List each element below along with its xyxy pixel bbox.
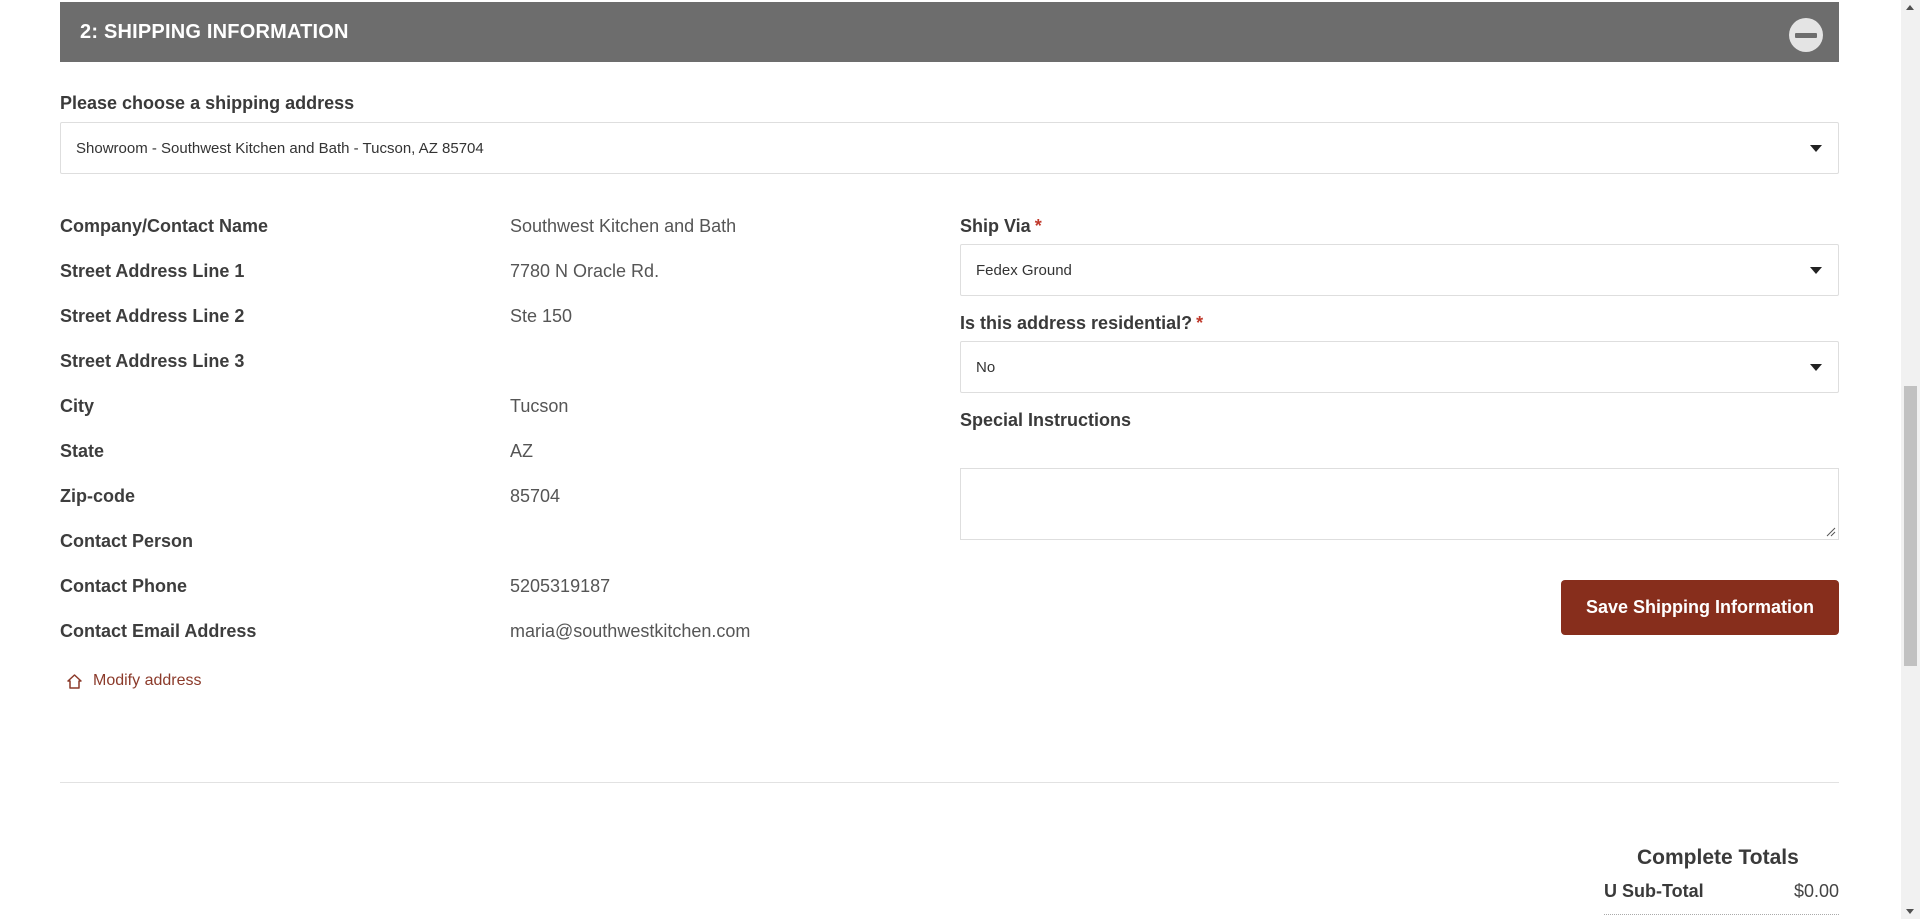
special-instructions-label: Special Instructions <box>960 410 1132 430</box>
totals-next-row <box>1604 914 1839 919</box>
scroll-down-icon[interactable] <box>1906 909 1914 914</box>
detail-row-street1: Street Address Line 1 7780 N Oracle Rd. <box>60 261 940 291</box>
detail-label: Contact Phone <box>60 576 188 596</box>
detail-value: Ste 150 <box>510 306 573 326</box>
chevron-down-icon <box>1810 145 1822 152</box>
detail-label: Zip-code <box>60 486 135 506</box>
totals-title: Complete Totals <box>1637 846 1799 869</box>
detail-value: 5205319187 <box>510 576 611 596</box>
detail-row-street2: Street Address Line 2 Ste 150 <box>60 306 940 336</box>
section-header[interactable]: 2: SHIPPING INFORMATION <box>60 2 1839 62</box>
page-scrollbar[interactable] <box>1901 0 1920 919</box>
page: 2: SHIPPING INFORMATION Please choose a … <box>0 0 1901 919</box>
scroll-thumb[interactable] <box>1904 386 1917 666</box>
detail-row-zip: Zip-code 85704 <box>60 486 940 516</box>
detail-value: AZ <box>510 441 534 461</box>
detail-label: Company/Contact Name <box>60 216 269 236</box>
residential-selected: No <box>976 358 996 376</box>
detail-label: City <box>60 396 95 416</box>
modify-address-link[interactable]: Modify address <box>66 672 202 690</box>
detail-row-city: City Tucson <box>60 396 940 426</box>
detail-row-company: Company/Contact Name Southwest Kitchen a… <box>60 216 940 246</box>
required-mark: * <box>1034 216 1042 236</box>
detail-value: 7780 N Oracle Rd. <box>510 261 660 281</box>
residential-label: Is this address residential? * <box>960 313 1203 334</box>
detail-row-contact-email: Contact Email Address maria@southwestkit… <box>60 621 940 651</box>
detail-row-contact-phone: Contact Phone 5205319187 <box>60 576 940 606</box>
required-mark: * <box>1196 313 1204 333</box>
subtotal-label: U Sub-Total <box>1604 881 1704 901</box>
collapse-button[interactable] <box>1789 18 1823 52</box>
detail-row-contact-person: Contact Person <box>60 531 940 561</box>
detail-label: Contact Email Address <box>60 621 257 641</box>
modify-address-label: Modify address <box>93 672 202 689</box>
detail-value: maria@southwestkitchen.com <box>510 621 751 641</box>
shipping-address-select[interactable]: Showroom - Southwest Kitchen and Bath - … <box>60 122 1839 174</box>
residential-select[interactable]: No <box>960 341 1839 393</box>
minus-circle-icon <box>1795 32 1817 38</box>
shipping-address-label: Please choose a shipping address <box>60 93 355 113</box>
detail-label: Contact Person <box>60 531 194 551</box>
ship-via-label-text: Ship Via <box>960 216 1031 236</box>
special-instructions-textarea[interactable] <box>960 468 1839 540</box>
detail-label: Street Address Line 3 <box>60 351 245 371</box>
ship-via-selected: Fedex Ground <box>976 261 1072 279</box>
detail-value: Tucson <box>510 396 569 416</box>
save-shipping-button[interactable]: Save Shipping Information <box>1561 580 1839 635</box>
detail-label: Street Address Line 2 <box>60 306 245 326</box>
residential-label-text: Is this address residential? <box>960 313 1193 333</box>
chevron-down-icon <box>1810 267 1822 274</box>
divider <box>60 782 1839 783</box>
section-title: 2: SHIPPING INFORMATION <box>80 20 349 43</box>
detail-row-street3: Street Address Line 3 <box>60 351 940 381</box>
resize-handle-icon[interactable] <box>1826 527 1836 537</box>
shipping-address-selected: Showroom - Southwest Kitchen and Bath - … <box>76 139 484 157</box>
chevron-down-icon <box>1810 364 1822 371</box>
ship-via-select[interactable]: Fedex Ground <box>960 244 1839 296</box>
ship-via-label: Ship Via * <box>960 216 1042 237</box>
detail-label: Street Address Line 1 <box>60 261 245 281</box>
subtotal-value: $0.00 <box>1793 881 1839 901</box>
detail-value: 85704 <box>510 486 561 506</box>
scroll-up-icon[interactable] <box>1906 5 1914 10</box>
detail-label: State <box>60 441 105 461</box>
home-icon <box>67 673 82 689</box>
detail-row-state: State AZ <box>60 441 940 471</box>
detail-value: Southwest Kitchen and Bath <box>510 216 737 236</box>
